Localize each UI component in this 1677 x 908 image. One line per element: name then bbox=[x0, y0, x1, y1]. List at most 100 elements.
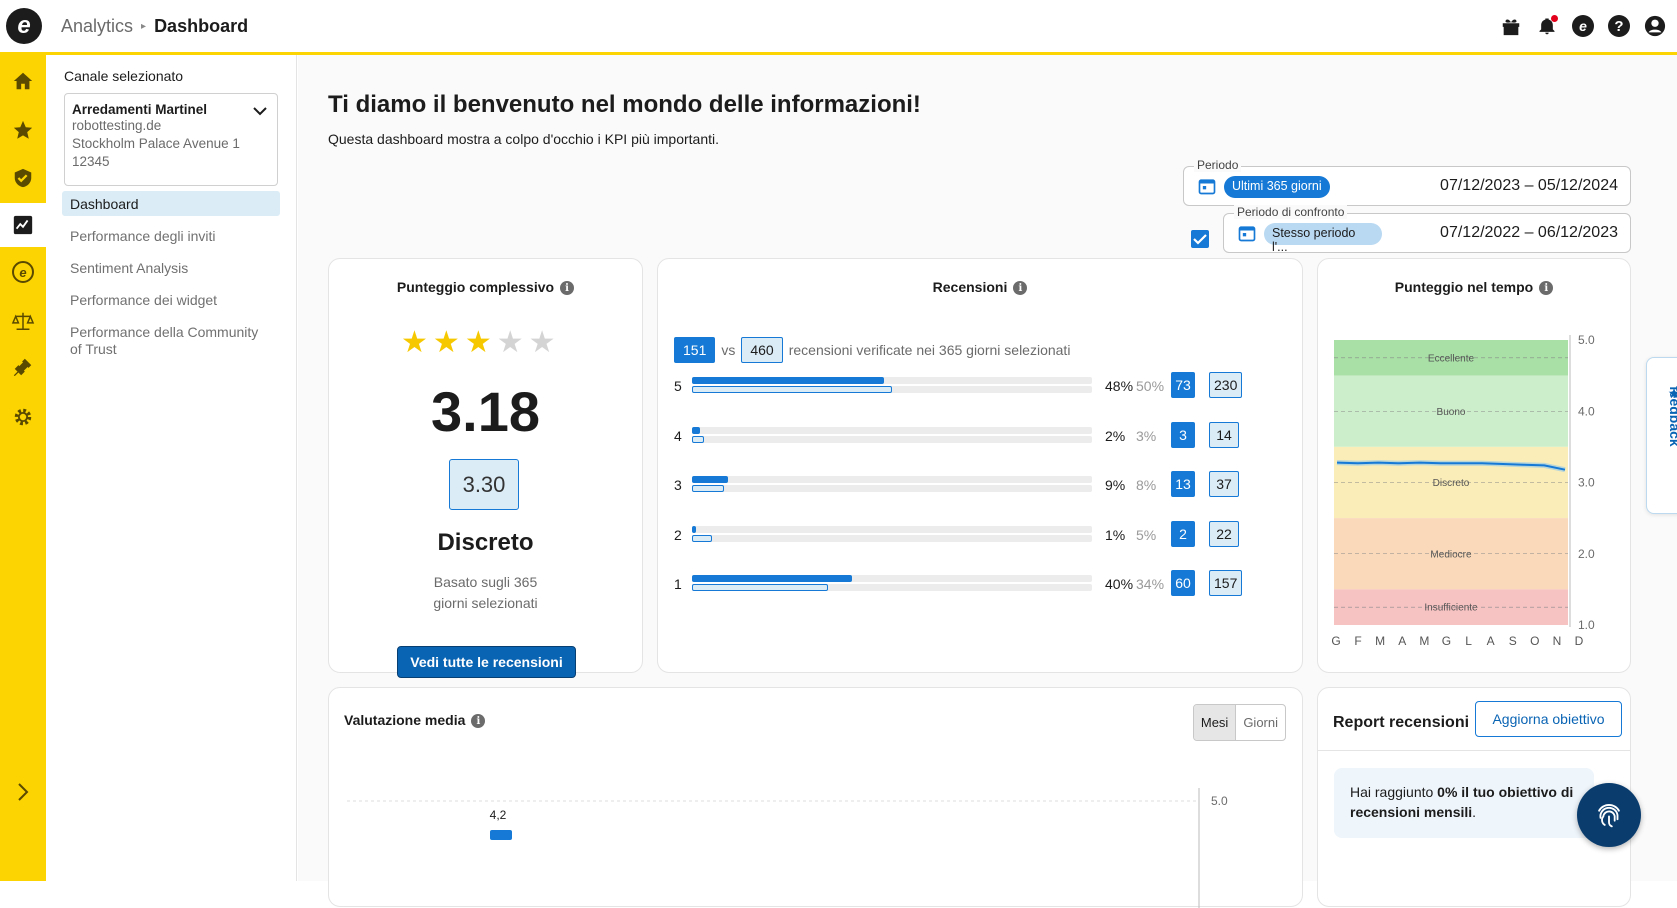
page-subtitle: Questa dashboard mostra a colpo d'occhio… bbox=[328, 131, 719, 147]
bell-icon[interactable] bbox=[1535, 14, 1559, 38]
current-percent: 9% bbox=[1105, 477, 1126, 493]
channel-selector[interactable]: Arredamenti Martinel robottesting.de Sto… bbox=[64, 93, 278, 186]
user-account-icon[interactable] bbox=[1643, 14, 1667, 38]
x-tick-label: M bbox=[1419, 634, 1430, 648]
compare-total-badge: 460 bbox=[741, 337, 783, 363]
period-range: 07/12/2023 – 05/12/2024 bbox=[1440, 177, 1618, 194]
sidebar-item-community-of-trust[interactable]: Performance della Community of Trust bbox=[62, 319, 280, 359]
sidebar-item-invite-performance[interactable]: Performance degli inviti bbox=[62, 223, 280, 248]
x-tick-label: M bbox=[1375, 634, 1386, 648]
shield-check-icon[interactable] bbox=[0, 156, 46, 200]
calendar-icon bbox=[1238, 226, 1256, 242]
bar-track bbox=[692, 485, 1092, 492]
compare-percent: 34% bbox=[1136, 576, 1165, 592]
period-chip[interactable]: Ultimi 365 giorni bbox=[1224, 176, 1330, 198]
plugin-icon[interactable] bbox=[0, 345, 46, 389]
score-note-line1: Basato sugli 365 bbox=[433, 574, 538, 590]
scales-icon[interactable] bbox=[0, 299, 46, 343]
x-tick-label: N bbox=[1553, 634, 1563, 648]
x-tick-label: A bbox=[1398, 634, 1407, 648]
gear-icon[interactable] bbox=[0, 395, 46, 439]
current-count-badge: 13 bbox=[1171, 471, 1195, 497]
compare-period-bar bbox=[692, 534, 712, 542]
compare-percent: 8% bbox=[1136, 477, 1157, 493]
compare-period-chip[interactable]: Stesso periodo l'... bbox=[1264, 223, 1382, 254]
feedback-tab[interactable]: ★ Invia feedback bbox=[1646, 357, 1677, 514]
star-empty-icon: ★ bbox=[528, 326, 556, 359]
info-icon[interactable]: i bbox=[1013, 281, 1028, 296]
overall-score-title: Punteggio complessivo bbox=[396, 279, 555, 295]
view-all-reviews-button[interactable]: Vedi tutte le recensioni bbox=[397, 646, 576, 678]
reviews-title: Recensioni bbox=[932, 279, 1008, 295]
rating-label: Discreto bbox=[437, 529, 534, 556]
goal-message: Hai raggiunto 0% il tuo obiettivo di rec… bbox=[1334, 768, 1594, 838]
channel-label: Canale selezionato bbox=[64, 68, 184, 84]
compare-period-field[interactable]: Periodo di confronto Stesso periodo l'..… bbox=[1223, 205, 1631, 254]
gift-icon[interactable] bbox=[1499, 14, 1523, 38]
feedback-text: Invia feedback bbox=[1667, 386, 1677, 447]
channel-domain: robottesting.de bbox=[72, 118, 162, 133]
compare-percent: 50% bbox=[1136, 378, 1165, 394]
sidebar-item-widget-performance[interactable]: Performance dei widget bbox=[62, 287, 280, 312]
bar-track bbox=[692, 426, 1092, 434]
star-level-label: 5 bbox=[674, 378, 682, 394]
current-percent: 2% bbox=[1105, 427, 1126, 444]
goal-suffix: . bbox=[1472, 804, 1477, 820]
x-tick-label: D bbox=[1575, 634, 1585, 648]
sidebar: Canale selezionato Arredamenti Martinel … bbox=[46, 55, 297, 881]
bar-track bbox=[692, 525, 1092, 533]
reviews-summary: 151 vs 460 recensioni verificate nei 365… bbox=[674, 337, 1070, 363]
trustedshops-logo[interactable]: e bbox=[6, 8, 42, 44]
help-icon[interactable]: ? bbox=[1607, 14, 1631, 38]
y-tick-label: 2.0 bbox=[1578, 547, 1595, 561]
current-period-bar bbox=[692, 476, 728, 483]
notification-dot bbox=[1551, 15, 1558, 22]
star-row-3: 3 9% 8% 13 37 bbox=[674, 471, 1254, 501]
y-tick-label: 1.0 bbox=[1578, 618, 1595, 632]
trustedshops-e-icon[interactable]: e bbox=[0, 250, 46, 294]
score-note-line2: giorni selezionati bbox=[433, 595, 538, 611]
info-icon[interactable]: i bbox=[560, 281, 575, 296]
bar bbox=[490, 830, 512, 840]
home-icon[interactable] bbox=[0, 59, 46, 103]
compare-count-badge: 22 bbox=[1209, 520, 1239, 547]
page-title: Ti diamo il benvenuto nel mondo delle in… bbox=[328, 91, 921, 118]
fingerprint-chat-button[interactable] bbox=[1577, 783, 1641, 847]
breadcrumb-dashboard: Dashboard bbox=[154, 15, 249, 36]
channel-name: Arredamenti Martinel bbox=[72, 102, 208, 117]
breadcrumb-analytics[interactable]: Analytics bbox=[61, 16, 133, 37]
current-period-bar bbox=[692, 575, 852, 582]
y-tick-label: 4.0 bbox=[1578, 404, 1595, 418]
current-count-badge: 3 bbox=[1171, 421, 1195, 448]
vs-label: vs bbox=[721, 342, 736, 358]
star-icon[interactable] bbox=[0, 108, 46, 152]
x-tick-label: G bbox=[1442, 634, 1452, 648]
period-field[interactable]: Periodo Ultimi 365 giorni 07/12/2023 – 0… bbox=[1183, 158, 1631, 206]
chevron-down-icon bbox=[253, 107, 267, 116]
update-goal-button[interactable]: Aggiorna obiettivo bbox=[1475, 701, 1622, 737]
breadcrumb-separator-icon: ▸ bbox=[141, 20, 147, 32]
compare-checkbox[interactable] bbox=[1191, 230, 1209, 248]
icon-rail: e bbox=[0, 55, 46, 881]
star-empty-icon: ★ bbox=[496, 326, 524, 359]
channel-zip: 12345 bbox=[72, 154, 110, 169]
sidebar-item-dashboard[interactable]: Dashboard bbox=[62, 191, 280, 216]
reviews-heading: Recensioni i bbox=[658, 279, 1302, 296]
compare-period-bar bbox=[692, 584, 828, 591]
review-report-title: Report recensioni bbox=[1333, 714, 1470, 731]
expand-chevron-icon[interactable] bbox=[0, 770, 46, 814]
star-row-1: 1 40% 34% 60 157 bbox=[674, 570, 1254, 600]
y-tick-label: 5.0 bbox=[1578, 333, 1595, 347]
band-label: Insufficiente bbox=[1424, 603, 1478, 614]
star-row-4: 4 2% 3% 3 14 bbox=[674, 421, 1254, 452]
compare-count-badge: 157 bbox=[1209, 570, 1243, 596]
star-rating: ★ ★ ★ ★ ★ bbox=[401, 325, 556, 360]
star-filled-icon: ★ bbox=[401, 326, 428, 359]
x-tick-label: F bbox=[1354, 634, 1362, 648]
sidebar-item-sentiment-analysis[interactable]: Sentiment Analysis bbox=[62, 255, 280, 280]
compare-period-bar bbox=[692, 386, 892, 393]
analytics-icon[interactable] bbox=[0, 203, 46, 247]
bar-track bbox=[692, 435, 1092, 443]
x-tick-label: G bbox=[1331, 634, 1341, 648]
trustedshops-icon[interactable]: e bbox=[1571, 14, 1595, 38]
